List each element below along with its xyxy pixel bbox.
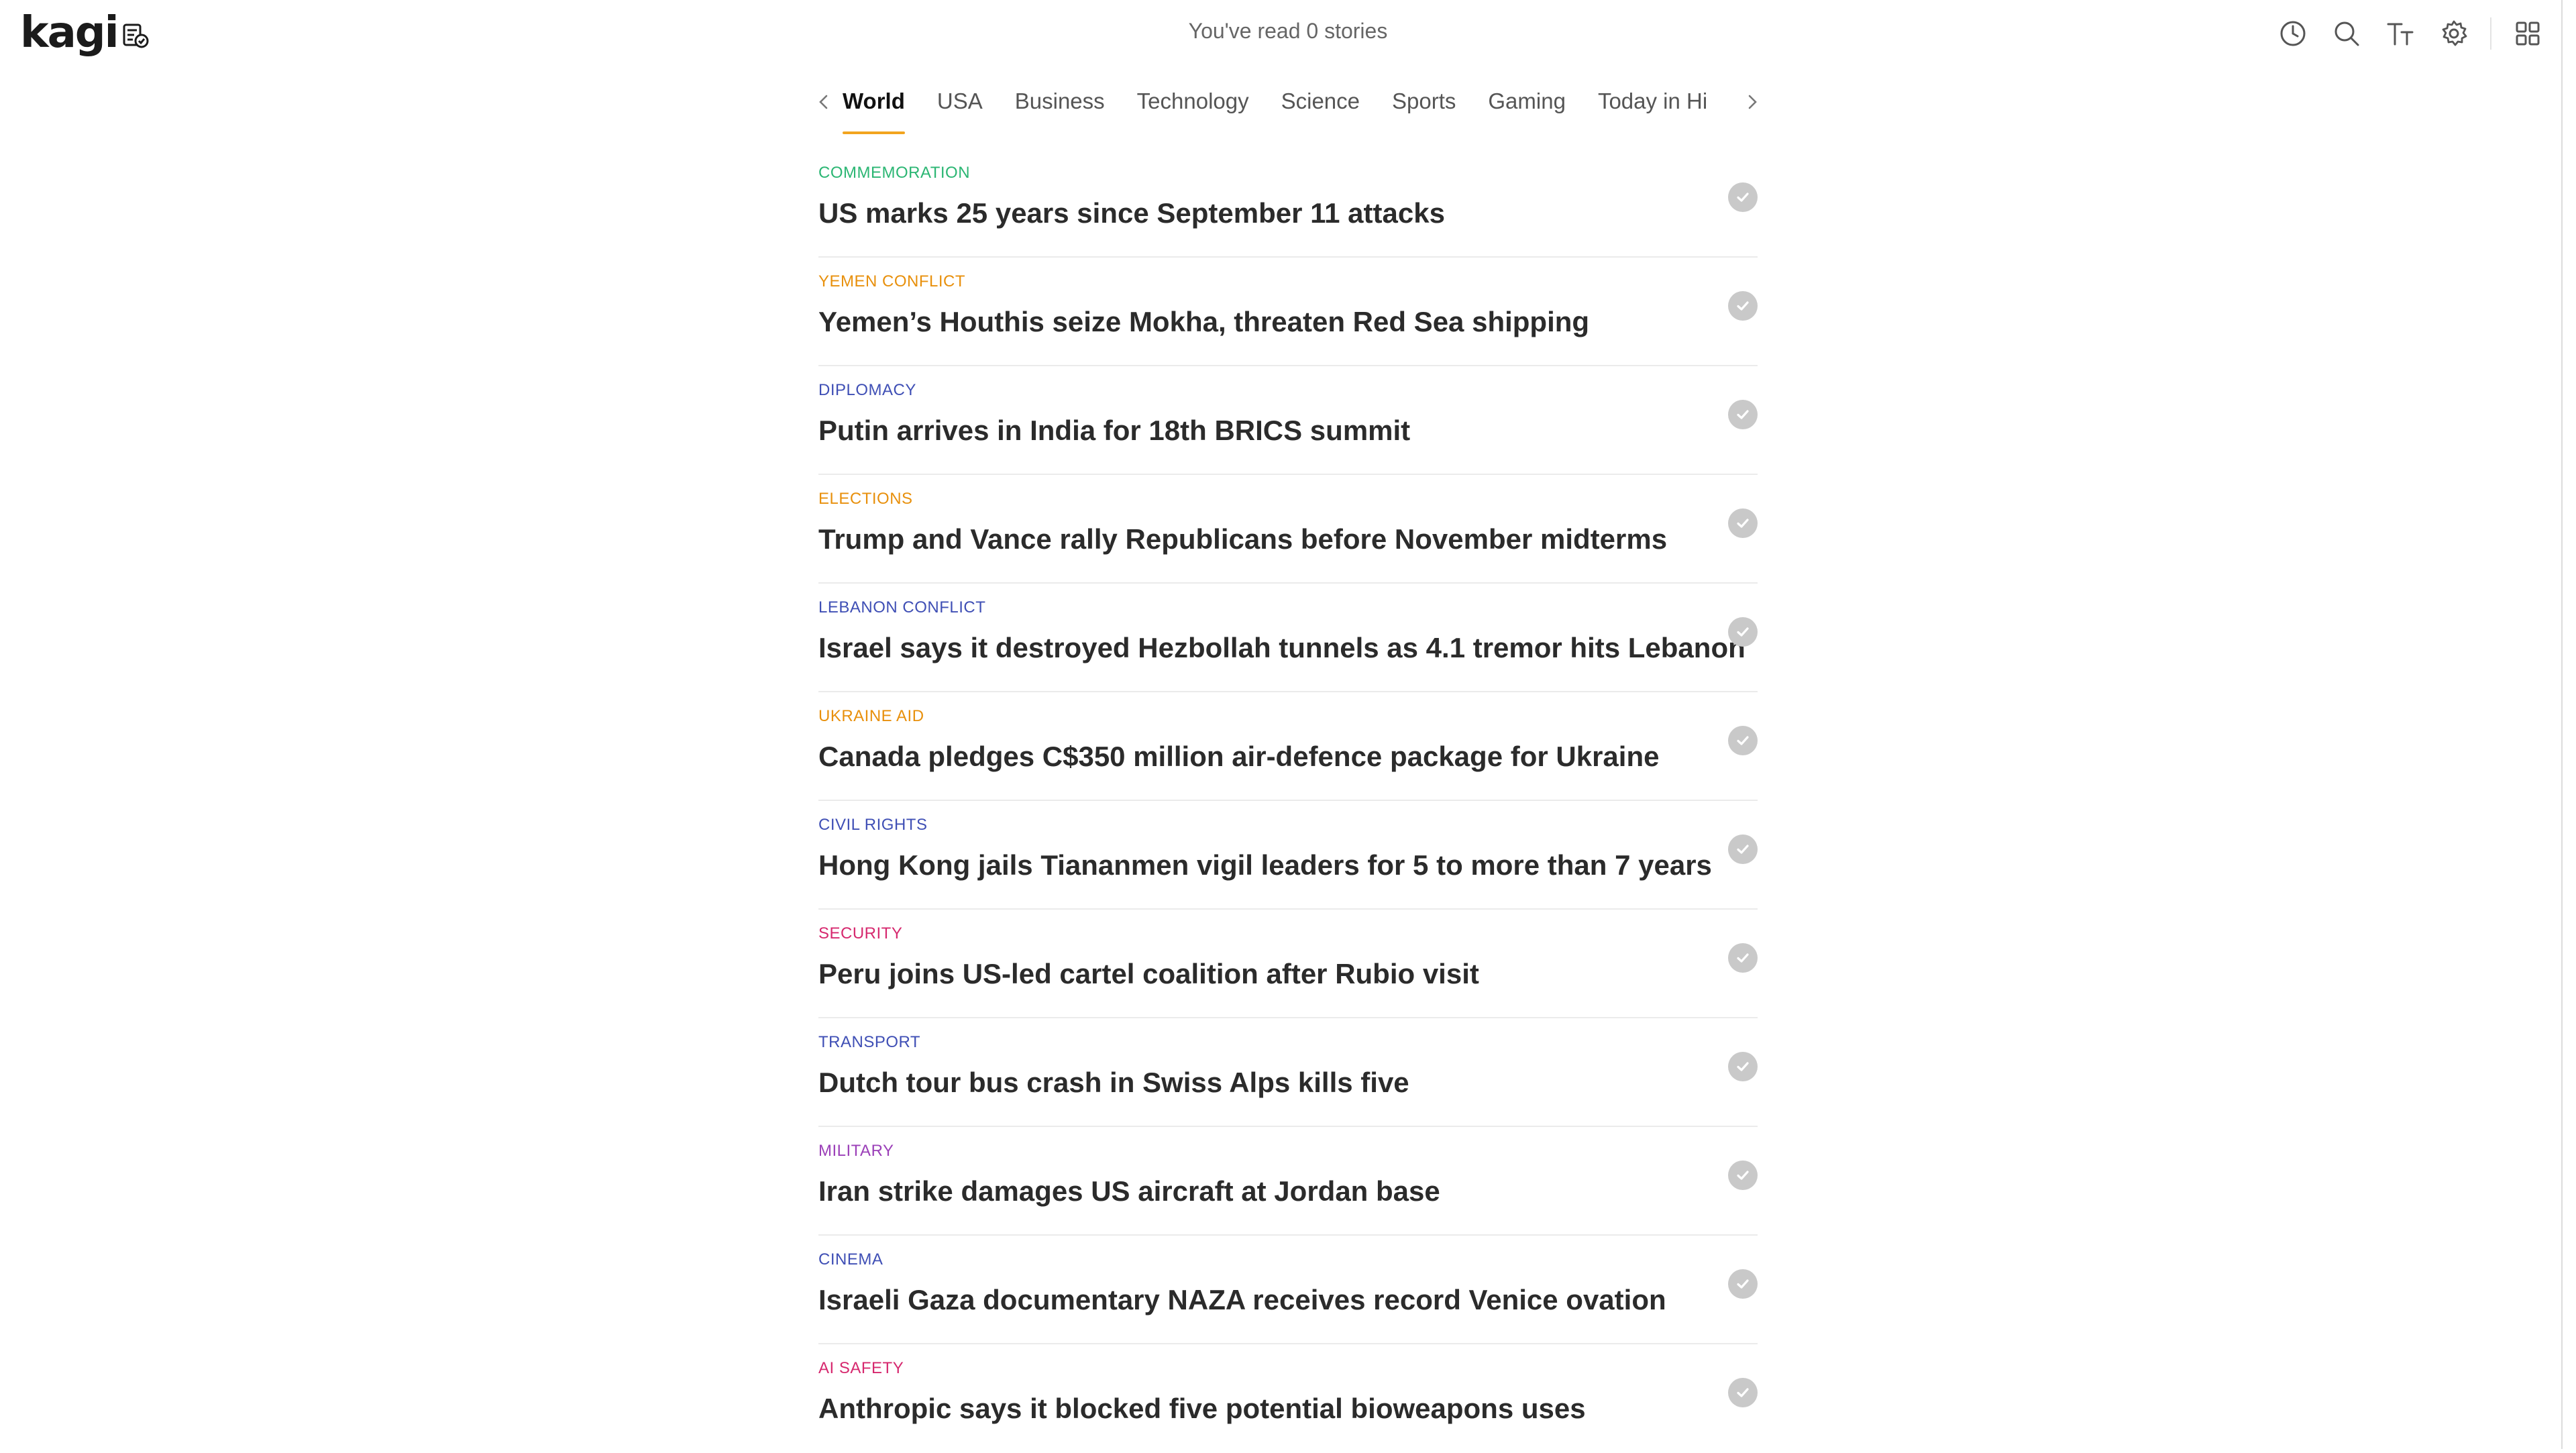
mark-read-check-icon[interactable] xyxy=(1728,1052,1758,1081)
story-item[interactable]: CINEMA Israeli Gaza documentary NAZA rece… xyxy=(818,1236,1758,1344)
story-category: ELECTIONS xyxy=(818,490,913,508)
tab-technology[interactable]: Technology xyxy=(1137,82,1249,136)
top-bar: kagi You've read 0 stories xyxy=(0,0,2576,67)
story-title[interactable]: Israeli Gaza documentary NAZA receives r… xyxy=(818,1284,1677,1316)
mark-read-check-icon[interactable] xyxy=(1728,943,1758,973)
chevron-right-icon[interactable] xyxy=(1733,82,1771,122)
story-item[interactable]: LEBANON CONFLICT Israel says it destroyed… xyxy=(818,584,1758,692)
tab-gaming[interactable]: Gaming xyxy=(1488,82,1566,136)
settings-icon[interactable] xyxy=(2435,15,2473,52)
text-size-icon[interactable] xyxy=(2381,15,2419,52)
history-icon[interactable] xyxy=(2274,15,2312,52)
tab-sports[interactable]: Sports xyxy=(1392,82,1456,136)
story-category: UKRAINE AID xyxy=(818,707,924,725)
logo-text: kagi xyxy=(20,8,119,58)
mark-read-check-icon[interactable] xyxy=(1728,182,1758,212)
story-title[interactable]: Trump and Vance rally Republicans before… xyxy=(818,523,1677,555)
story-category: COMMEMORATION xyxy=(818,164,971,182)
story-category: YEMEN CONFLICT xyxy=(818,272,966,290)
story-item[interactable]: UKRAINE AID Canada pledges C$350 million … xyxy=(818,692,1758,801)
mark-read-check-icon[interactable] xyxy=(1728,291,1758,321)
story-title[interactable]: Yemen’s Houthis seize Mokha, threaten Re… xyxy=(818,306,1677,338)
story-category: CIVIL RIGHTS xyxy=(818,816,928,834)
mark-read-check-icon[interactable] xyxy=(1728,726,1758,755)
mark-read-check-icon[interactable] xyxy=(1728,508,1758,538)
story-category: CINEMA xyxy=(818,1250,883,1269)
toolbar-divider xyxy=(2490,17,2491,50)
story-category: DIPLOMACY xyxy=(818,381,916,399)
story-item[interactable]: DIPLOMACY Putin arrives in India for 18th… xyxy=(818,366,1758,475)
story-item[interactable]: COMMEMORATION US marks 25 years since Sep… xyxy=(818,149,1758,258)
story-list: COMMEMORATION US marks 25 years since Sep… xyxy=(818,149,1758,1453)
mark-read-check-icon[interactable] xyxy=(1728,1378,1758,1407)
story-title[interactable]: Iran strike damages US aircraft at Jorda… xyxy=(818,1175,1677,1207)
tab-business[interactable]: Business xyxy=(1015,82,1105,136)
story-title[interactable]: Anthropic says it blocked five potential… xyxy=(818,1393,1677,1425)
search-icon[interactable] xyxy=(2328,15,2365,52)
story-item[interactable]: CIVIL RIGHTS Hong Kong jails Tiananmen vi… xyxy=(818,801,1758,910)
story-title[interactable]: Canada pledges C$350 million air-defence… xyxy=(818,741,1677,773)
story-title[interactable]: US marks 25 years since September 11 att… xyxy=(818,197,1677,229)
mark-read-check-icon[interactable] xyxy=(1728,400,1758,429)
story-item[interactable]: TRANSPORT Dutch tour bus crash in Swiss A… xyxy=(818,1018,1758,1127)
story-item[interactable]: ELECTIONS Trump and Vance rally Republica… xyxy=(818,475,1758,584)
mark-read-check-icon[interactable] xyxy=(1728,1269,1758,1299)
news-badge-icon xyxy=(122,22,149,49)
tab-today-in-hi[interactable]: Today in Hi xyxy=(1598,82,1707,136)
story-title[interactable]: Putin arrives in India for 18th BRICS su… xyxy=(818,415,1677,447)
story-category: MILITARY xyxy=(818,1142,894,1160)
story-item[interactable]: AI SAFETY Anthropic says it blocked five … xyxy=(818,1344,1758,1453)
story-item[interactable]: SECURITY Peru joins US-led cartel coaliti… xyxy=(818,910,1758,1018)
kagi-logo[interactable]: kagi xyxy=(20,9,149,56)
story-category: AI SAFETY xyxy=(818,1359,904,1377)
tab-world[interactable]: World xyxy=(843,82,905,136)
story-title[interactable]: Dutch tour bus crash in Swiss Alps kills… xyxy=(818,1067,1677,1099)
mark-read-check-icon[interactable] xyxy=(1728,835,1758,864)
category-tabs: World USA Business Technology Science Sports G… xyxy=(805,82,1771,136)
tabs-list: World USA Business Technology Science Sports G… xyxy=(843,82,1733,136)
story-title[interactable]: Israel says it destroyed Hezbollah tunne… xyxy=(818,632,1746,664)
toolbar xyxy=(2258,15,2576,52)
story-item[interactable]: YEMEN CONFLICT Yemen’s Houthis seize Mokh… xyxy=(818,258,1758,366)
story-title[interactable]: Hong Kong jails Tiananmen vigil leaders … xyxy=(818,849,1712,881)
mark-read-check-icon[interactable] xyxy=(1728,617,1758,647)
mark-read-check-icon[interactable] xyxy=(1728,1161,1758,1190)
tab-science[interactable]: Science xyxy=(1281,82,1360,136)
story-category: SECURITY xyxy=(818,924,903,943)
story-item[interactable]: MILITARY Iran strike damages US aircraft … xyxy=(818,1127,1758,1236)
scrollbar[interactable] xyxy=(2561,0,2563,1449)
story-category: TRANSPORT xyxy=(818,1033,921,1051)
chevron-left-icon[interactable] xyxy=(805,82,843,122)
tab-usa[interactable]: USA xyxy=(937,82,983,136)
story-title[interactable]: Peru joins US-led cartel coalition after… xyxy=(818,958,1677,990)
story-category: LEBANON CONFLICT xyxy=(818,598,986,616)
apps-grid-icon[interactable] xyxy=(2509,15,2546,52)
read-counter: You've read 0 stories xyxy=(1188,19,1388,43)
